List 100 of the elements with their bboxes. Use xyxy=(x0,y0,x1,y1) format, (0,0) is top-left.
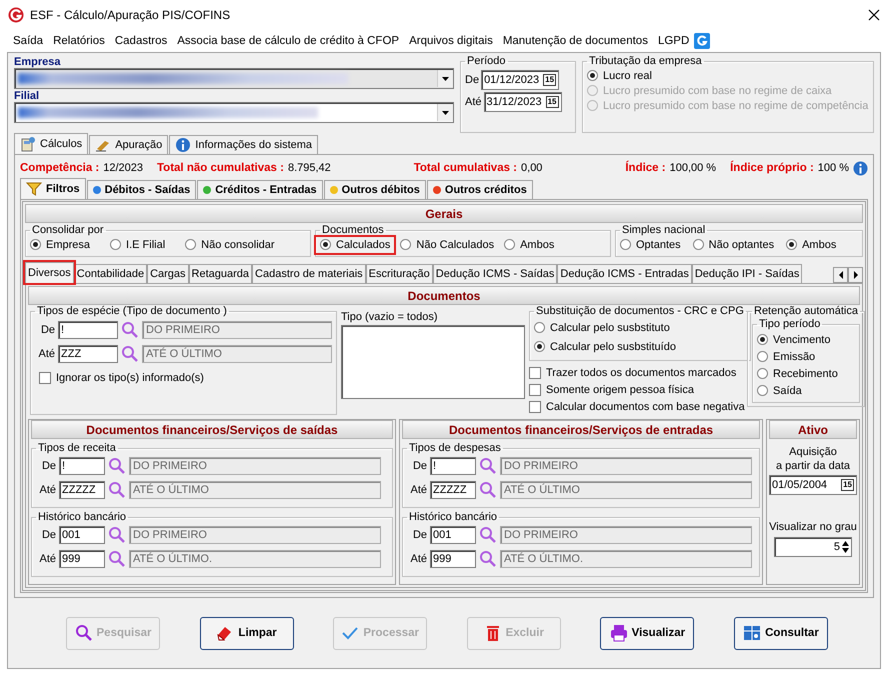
date-field[interactable]: 01/05/2004 15 xyxy=(769,475,857,495)
search-icon[interactable] xyxy=(121,321,139,339)
tab[interactable]: Cargas xyxy=(147,264,189,283)
radio-button[interactable] xyxy=(757,385,768,396)
tab[interactable]: Dedução ICMS - Saídas xyxy=(432,264,558,283)
calendar-button[interactable]: 15 xyxy=(543,74,556,86)
radio-label: Lucro presumido com base no regime de caixa xyxy=(603,84,832,96)
radio-button[interactable] xyxy=(757,334,768,345)
radio-label: Vencimento xyxy=(773,334,830,346)
code-field[interactable]: ! xyxy=(58,321,118,339)
left-arrow-icon[interactable] xyxy=(838,271,844,279)
tab[interactable]: Outros créditos xyxy=(426,180,533,199)
search-icon[interactable] xyxy=(108,481,126,499)
radio-button[interactable] xyxy=(786,239,798,250)
menu-item[interactable]: Arquivos digitais xyxy=(404,35,498,47)
list-box[interactable] xyxy=(341,325,525,399)
tab[interactable]: Contabilidade xyxy=(74,264,148,283)
radio-button[interactable] xyxy=(757,368,768,379)
menu-item[interactable]: Relatórios xyxy=(48,35,110,47)
table-icon xyxy=(743,624,762,642)
description-field: ATÉ O ÚLTIMO. xyxy=(129,550,381,568)
menu-item[interactable]: Manutenção de documentos xyxy=(498,35,653,47)
radio-button[interactable] xyxy=(30,239,41,250)
search-icon[interactable] xyxy=(121,345,139,363)
tab[interactable]: Diversos xyxy=(25,262,74,283)
radio-button[interactable] xyxy=(534,341,545,352)
radio-button[interactable] xyxy=(320,239,331,250)
radio-button[interactable] xyxy=(692,239,704,250)
info-icon[interactable] xyxy=(853,160,868,176)
search-icon[interactable] xyxy=(479,526,497,544)
tab[interactable]: Filtros xyxy=(20,178,86,199)
tab[interactable]: Informações do sistema xyxy=(169,135,318,154)
menu-item[interactable]: Cadastros xyxy=(110,35,172,47)
code-field[interactable]: ZZZZZ xyxy=(430,481,476,499)
dropdown-arrow-icon[interactable] xyxy=(441,76,450,82)
tab[interactable]: Cadastro de materiais xyxy=(252,264,366,283)
group-label: Histórico bancário xyxy=(408,511,498,523)
code-field[interactable]: 001 xyxy=(59,526,105,544)
code-field[interactable]: ZZZZZ xyxy=(59,481,105,499)
radio-button[interactable] xyxy=(185,239,196,250)
search-icon[interactable] xyxy=(108,457,126,475)
search-icon[interactable] xyxy=(108,550,126,568)
checkbox[interactable] xyxy=(529,384,541,396)
radio-label: Calcular pelo susbstituto xyxy=(550,322,670,334)
tab[interactable]: Débitos - Saídas xyxy=(86,180,196,199)
menu-item[interactable]: LGPD xyxy=(652,35,694,47)
group-label: Tipos de espécie (Tipo de documento ) xyxy=(36,305,228,317)
tab[interactable]: Outros débitos xyxy=(324,180,426,199)
dropdown[interactable] xyxy=(14,68,454,89)
description-field: DO PRIMEIRO xyxy=(129,457,381,475)
group-label: Consolidar por xyxy=(31,224,105,236)
search-icon[interactable] xyxy=(479,550,497,568)
radio-button[interactable] xyxy=(757,351,768,362)
group-label: Histórico bancário xyxy=(37,511,128,523)
tab[interactable]: Créditos - Entradas xyxy=(197,180,323,199)
field-label: Até xyxy=(37,348,55,360)
code-field[interactable]: ! xyxy=(59,457,105,475)
search-icon xyxy=(74,624,92,642)
tab[interactable]: Dedução IPI - Saídas xyxy=(692,264,802,283)
calendar-button[interactable]: 15 xyxy=(841,479,854,491)
right-arrow-icon[interactable] xyxy=(852,271,858,279)
radio-label: Ambos xyxy=(520,238,554,250)
menu-item[interactable]: Associa base de cálculo de crédito à CFOP xyxy=(172,35,404,47)
search-icon[interactable] xyxy=(479,481,497,499)
scroll-right-button[interactable] xyxy=(848,267,863,283)
radio-button[interactable] xyxy=(587,70,598,81)
code-field[interactable]: ! xyxy=(430,457,476,475)
app-badge-icon[interactable] xyxy=(694,33,710,49)
search-icon[interactable] xyxy=(108,526,126,544)
tab[interactable]: Cálculos xyxy=(14,133,88,154)
tab[interactable]: Escrituração xyxy=(366,264,433,283)
radio-button[interactable] xyxy=(400,239,412,250)
tab[interactable]: Apuração xyxy=(89,135,168,154)
number-spinner[interactable]: 5 xyxy=(774,537,852,557)
tab[interactable]: Dedução ICMS - Entradas xyxy=(557,264,692,283)
code-field[interactable]: 999 xyxy=(430,550,476,568)
action-button[interactable]: Visualizar xyxy=(600,616,694,650)
action-button[interactable]: Consultar xyxy=(734,616,828,650)
dropdown[interactable] xyxy=(14,102,454,123)
date-field[interactable]: 01/12/2023 15 xyxy=(481,70,560,90)
code-field[interactable]: 999 xyxy=(59,550,105,568)
radio-button[interactable] xyxy=(620,239,631,250)
menu-item[interactable]: Saída xyxy=(8,35,48,47)
radio-button[interactable] xyxy=(110,239,122,250)
date-field[interactable]: 31/12/2023 15 xyxy=(484,92,562,112)
dropdown-arrow-icon[interactable] xyxy=(441,110,450,116)
action-button[interactable]: Limpar xyxy=(200,616,294,650)
checkbox[interactable] xyxy=(529,400,541,412)
code-field[interactable]: 001 xyxy=(430,526,476,544)
search-icon[interactable] xyxy=(479,457,497,475)
code-field[interactable]: ZZZ xyxy=(58,345,118,363)
close-icon[interactable] xyxy=(868,9,880,21)
radio-button[interactable] xyxy=(504,239,516,250)
spin-arrows-icon[interactable] xyxy=(840,539,851,555)
scroll-left-button[interactable] xyxy=(833,267,848,283)
checkbox[interactable] xyxy=(529,366,541,378)
tab[interactable]: Retaguarda xyxy=(188,264,252,283)
checkbox[interactable] xyxy=(39,372,51,384)
calendar-button[interactable]: 15 xyxy=(546,96,559,108)
radio-button[interactable] xyxy=(534,322,545,333)
